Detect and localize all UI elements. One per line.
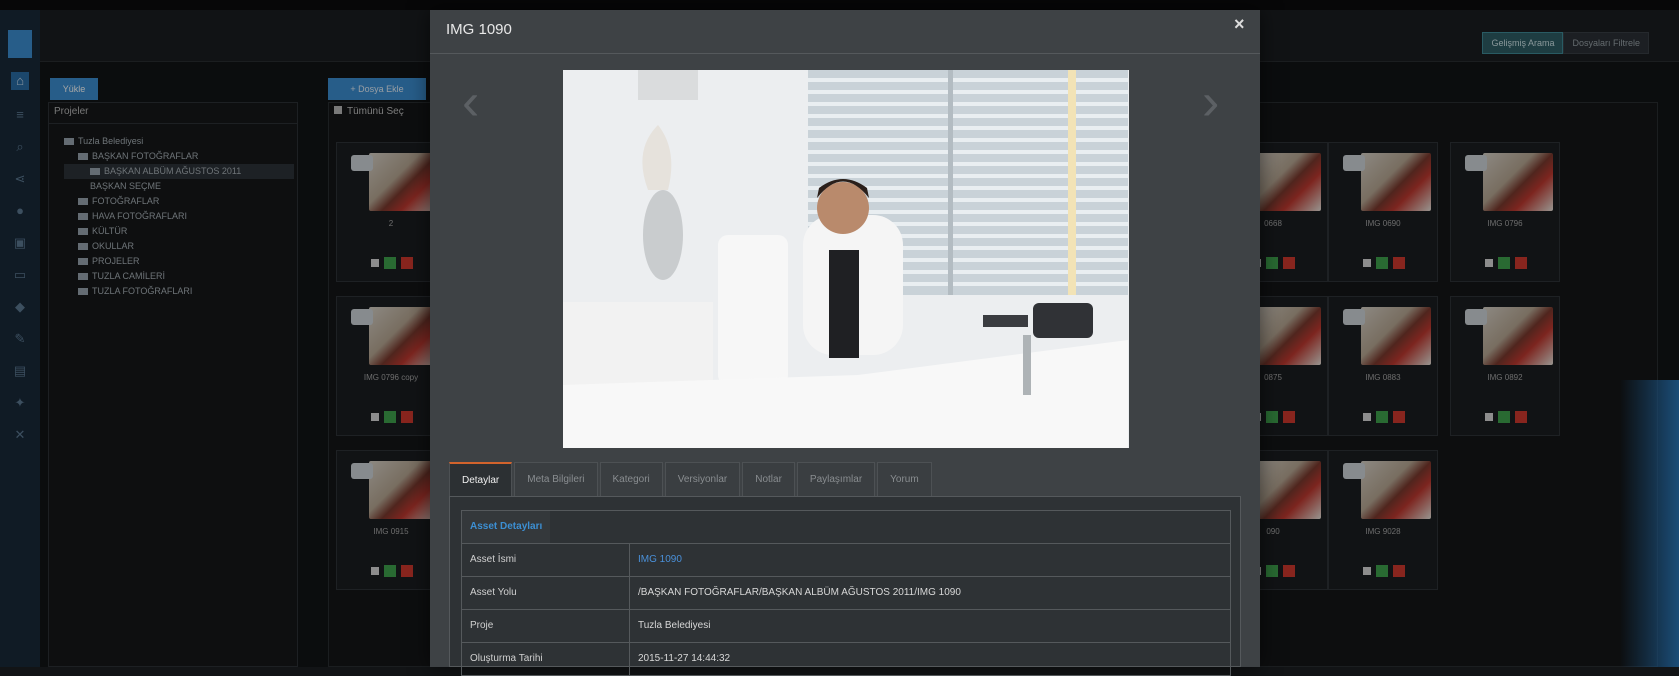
- asset-preview-image: [563, 70, 1129, 448]
- detail-key: Oluşturma Tarihi: [462, 643, 630, 675]
- close-icon[interactable]: ×: [1234, 14, 1245, 35]
- table-header-row: Asset Detayları: [461, 510, 1231, 544]
- tab-notes[interactable]: Notlar: [742, 462, 795, 496]
- next-arrow-icon[interactable]: ›: [1202, 72, 1219, 132]
- previous-arrow-icon[interactable]: ‹: [462, 72, 479, 132]
- table-row: Asset Yolu/BAŞKAN FOTOĞRAFLAR/BAŞKAN ALB…: [461, 577, 1231, 610]
- detail-value: 2015-11-27 14:44:32: [638, 653, 731, 664]
- table-row: Asset İsmi IMG 1090: [461, 544, 1231, 577]
- preview-photo: [563, 70, 1129, 448]
- table-row: Oluşturma Tarihi 2015-11-27 14:44:32: [461, 643, 1231, 676]
- tab-details[interactable]: Detaylar: [449, 462, 513, 496]
- modal-tabs: Detaylar Meta Bilgileri Kategori Versiyo…: [449, 462, 934, 496]
- detail-key: Proje: [462, 610, 630, 642]
- tab-category[interactable]: Kategori: [599, 462, 663, 496]
- detail-value: /BAŞKAN FOTOĞRAFLAR/BAŞKAN ALBÜM AĞUSTOS…: [638, 587, 961, 598]
- detail-value: Tuzla Belediyesi: [638, 620, 711, 631]
- tab-meta[interactable]: Meta Bilgileri: [514, 462, 598, 496]
- table-header: Asset Detayları: [462, 511, 551, 543]
- detail-key: Asset Yolu: [462, 577, 630, 609]
- detail-value-link[interactable]: IMG 1090: [630, 544, 1230, 576]
- table-row: Proje Tuzla Belediyesi: [461, 610, 1231, 643]
- tab-shares[interactable]: Paylaşımlar: [796, 462, 876, 496]
- tab-versions[interactable]: Versiyonlar: [664, 462, 741, 496]
- modal-title: IMG 1090: [446, 21, 512, 38]
- tab-comments[interactable]: Yorum: [877, 462, 932, 496]
- detail-key: Asset İsmi: [462, 544, 630, 576]
- asset-details-table: Asset Detayları Asset İsmi IMG 1090 Asset…: [461, 510, 1231, 676]
- modal-header: [430, 10, 1260, 54]
